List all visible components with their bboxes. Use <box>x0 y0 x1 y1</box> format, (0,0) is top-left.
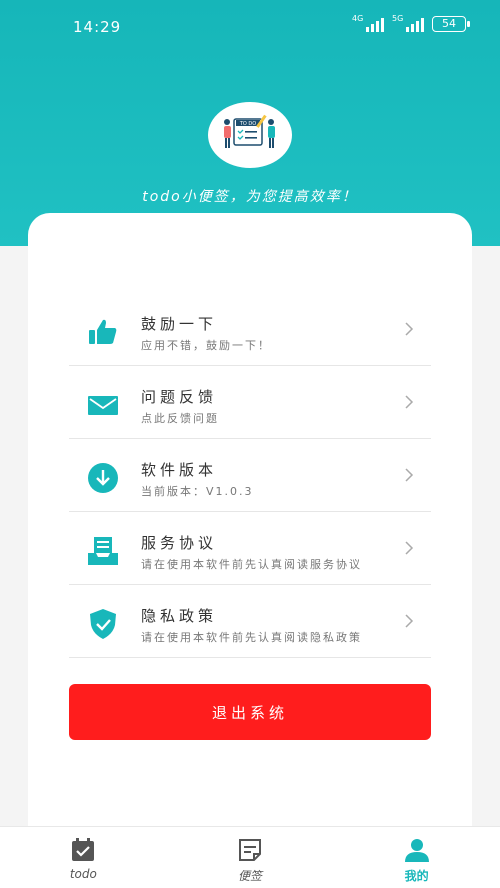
menu-title: 问题反馈 <box>141 388 218 406</box>
menu-item-feedback[interactable]: 问题反馈 点此反馈问题 <box>69 366 431 439</box>
tab-notes[interactable]: 便签 <box>167 827 334 888</box>
network-type-1: 4G <box>352 14 364 23</box>
status-time: 14:29 <box>73 18 122 36</box>
menu-subtitle: 请在使用本软件前先认真阅读服务协议 <box>141 558 362 571</box>
chevron-right-icon <box>405 395 414 409</box>
network-type-2: 5G <box>392 14 404 23</box>
tab-label: 便签 <box>238 869 263 883</box>
battery-level: 54 <box>442 17 456 30</box>
chevron-right-icon <box>405 614 414 628</box>
menu-item-version[interactable]: 软件版本 当前版本：V1.0.3 <box>69 439 431 512</box>
svg-text:TO DO: TO DO <box>239 121 256 127</box>
chevron-right-icon <box>405 468 414 482</box>
calendar-check-icon <box>72 838 95 861</box>
settings-menu: 鼓励一下 应用不错，鼓励一下！ 问题反馈 点此反馈问题 软件版本 当前版本：V1… <box>69 293 431 658</box>
status-indicators: 4G 5G 54 <box>352 14 470 32</box>
chevron-right-icon <box>405 322 414 336</box>
menu-subtitle: 应用不错，鼓励一下！ <box>141 339 271 352</box>
battery-icon: 54 <box>432 16 470 32</box>
app-logo: TO DO <box>208 102 292 168</box>
signal-icon-2: 5G <box>392 14 424 32</box>
status-bar: 14:29 4G 5G 54 <box>0 0 500 50</box>
logout-button[interactable]: 退出系统 <box>69 684 431 740</box>
document-tray-icon <box>88 537 118 565</box>
menu-subtitle: 当前版本：V1.0.3 <box>141 485 254 498</box>
shield-check-icon <box>90 609 116 639</box>
tab-todo[interactable]: todo <box>0 827 167 888</box>
menu-title: 鼓励一下 <box>141 315 218 333</box>
bottom-tab-bar: todo 便签 我的 <box>0 826 500 888</box>
menu-item-service-agreement[interactable]: 服务协议 请在使用本软件前先认真阅读服务协议 <box>69 512 431 585</box>
menu-subtitle: 请在使用本软件前先认真阅读隐私政策 <box>141 631 362 644</box>
mail-icon <box>88 396 118 415</box>
tab-mine[interactable]: 我的 <box>333 827 500 888</box>
menu-title: 服务协议 <box>141 534 218 552</box>
slogan-text: todo小便签，为您提高效率！ <box>142 189 358 205</box>
thumbs-up-icon <box>89 319 117 344</box>
user-icon <box>404 839 429 862</box>
menu-subtitle: 点此反馈问题 <box>141 412 219 425</box>
menu-item-privacy-policy[interactable]: 隐私政策 请在使用本软件前先认真阅读隐私政策 <box>69 585 431 658</box>
menu-item-encourage[interactable]: 鼓励一下 应用不错，鼓励一下！ <box>69 293 431 366</box>
download-icon <box>88 463 118 493</box>
chevron-right-icon <box>405 541 414 555</box>
tab-label: 我的 <box>404 869 429 883</box>
tab-label: todo <box>69 867 97 881</box>
signal-icon: 4G <box>352 14 384 32</box>
menu-title: 软件版本 <box>141 461 218 479</box>
menu-title: 隐私政策 <box>141 607 218 625</box>
note-icon <box>239 839 261 861</box>
